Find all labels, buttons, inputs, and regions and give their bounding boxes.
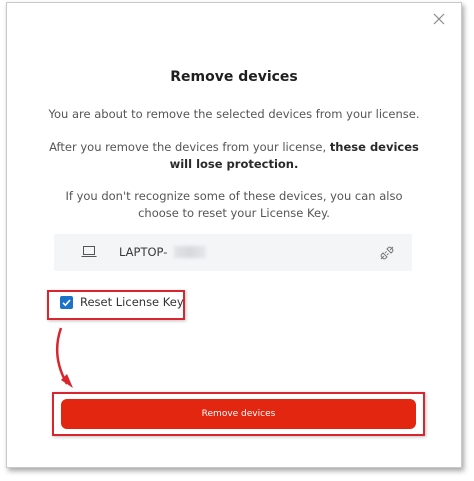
checkbox-checked[interactable] bbox=[60, 295, 73, 309]
screenshot-canvas: Remove devices You are about to remove t… bbox=[0, 0, 474, 481]
redacted-device-suffix bbox=[174, 246, 206, 258]
remove-devices-dialog: Remove devices You are about to remove t… bbox=[6, 2, 462, 468]
info-text-protection-prefix: After you remove the devices from your l… bbox=[49, 140, 330, 154]
dialog-title: Remove devices bbox=[170, 69, 298, 85]
info-text-reset: If you don't recognize some of these dev… bbox=[65, 189, 403, 220]
device-name: LAPTOP- bbox=[119, 245, 168, 259]
info-text-protection: After you remove the devices from your l… bbox=[49, 139, 419, 173]
device-list-item: LAPTOP- bbox=[54, 234, 412, 271]
unlink-icon[interactable] bbox=[378, 244, 396, 262]
annotation-arrow-icon bbox=[55, 327, 73, 388]
remove-devices-button[interactable]: Remove devices bbox=[61, 399, 416, 429]
checkbox-label: Reset License Key bbox=[80, 295, 184, 309]
close-icon bbox=[433, 13, 445, 25]
laptop-icon bbox=[81, 246, 97, 257]
close-button[interactable] bbox=[431, 11, 447, 27]
reset-license-key-checkbox[interactable]: Reset License Key bbox=[60, 295, 184, 309]
checkmark-icon bbox=[62, 298, 71, 306]
info-text-remove: You are about to remove the selected dev… bbox=[48, 107, 420, 121]
